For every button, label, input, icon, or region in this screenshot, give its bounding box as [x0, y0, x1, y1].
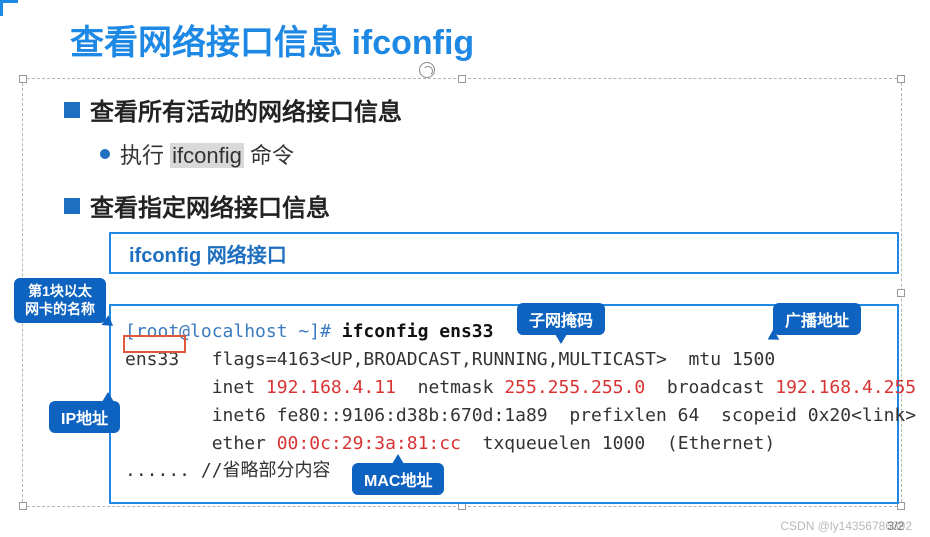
square-bullet-icon: [64, 198, 80, 214]
terminal-text: netmask: [396, 377, 504, 398]
corner-accent: [0, 0, 18, 16]
nic-name-highlight: [123, 335, 186, 353]
callout-ip-address: IP地址: [49, 401, 120, 433]
bullet-text: 查看指定网络接口信息: [90, 188, 330, 223]
callout-pointer-icon: [555, 334, 567, 344]
callout-mac-address: MAC地址: [352, 463, 444, 495]
bullet-text: 查看所有活动的网络接口信息: [90, 92, 402, 127]
terminal-line: ens33 flags=4163<UP,BROADCAST,RUNNING,MU…: [125, 349, 775, 370]
terminal-text: ether: [125, 433, 277, 454]
command-syntax-text: ifconfig 网络接口: [111, 239, 287, 268]
callout-label: 子网掩码: [529, 313, 593, 330]
resize-handle-icon[interactable]: [458, 75, 466, 83]
callout-subnet-mask: 子网掩码: [517, 303, 605, 335]
text-pre: 执行: [120, 143, 170, 168]
broadcast-value: 192.168.4.255: [775, 377, 916, 398]
terminal-text: inet: [125, 377, 266, 398]
terminal-text: txqueuelen 1000 (Ethernet): [461, 433, 775, 454]
callout-label: IP地址: [61, 411, 108, 428]
resize-handle-icon[interactable]: [897, 289, 905, 297]
callout-label: MAC地址: [364, 473, 432, 490]
page-number: 3/2: [887, 519, 904, 533]
ip-address-value: 192.168.4.11: [266, 377, 396, 398]
resize-handle-icon[interactable]: [897, 75, 905, 83]
bullet-level2: 执行 ifconfig 命令: [100, 138, 294, 170]
terminal-line: ...... //省略部分内容: [125, 460, 331, 481]
callout-pointer-icon: [102, 392, 114, 402]
resize-handle-icon[interactable]: [19, 75, 27, 83]
netmask-value: 255.255.255.0: [504, 377, 645, 398]
mac-address-value: 00:0c:29:3a:81:cc: [277, 433, 461, 454]
callout-label: 第1块以太 网卡的名称: [25, 283, 95, 317]
dot-bullet-icon: [100, 149, 110, 159]
callout-pointer-icon: [392, 454, 404, 464]
terminal-line: inet6 fe80::9106:d38b:670d:1a89 prefixle…: [125, 405, 916, 426]
bullet-level1: 查看所有活动的网络接口信息: [64, 92, 402, 127]
shell-command: ifconfig ens33: [342, 321, 494, 342]
callout-nic-name: 第1块以太 网卡的名称: [14, 278, 106, 323]
command-syntax-box: ifconfig 网络接口: [109, 232, 899, 274]
highlighted-command: ifconfig: [170, 143, 244, 168]
bullet-text: 执行 ifconfig 命令: [120, 138, 294, 170]
slide-title: 查看网络接口信息 ifconfig: [70, 15, 474, 64]
callout-label: 广播地址: [785, 313, 849, 330]
callout-broadcast: 广播地址: [773, 303, 861, 335]
terminal-text: broadcast: [645, 377, 775, 398]
bullet-level1: 查看指定网络接口信息: [64, 188, 330, 223]
resize-handle-icon[interactable]: [19, 502, 27, 510]
rotate-handle-icon[interactable]: [419, 62, 435, 78]
square-bullet-icon: [64, 102, 80, 118]
text-post: 命令: [244, 143, 294, 168]
